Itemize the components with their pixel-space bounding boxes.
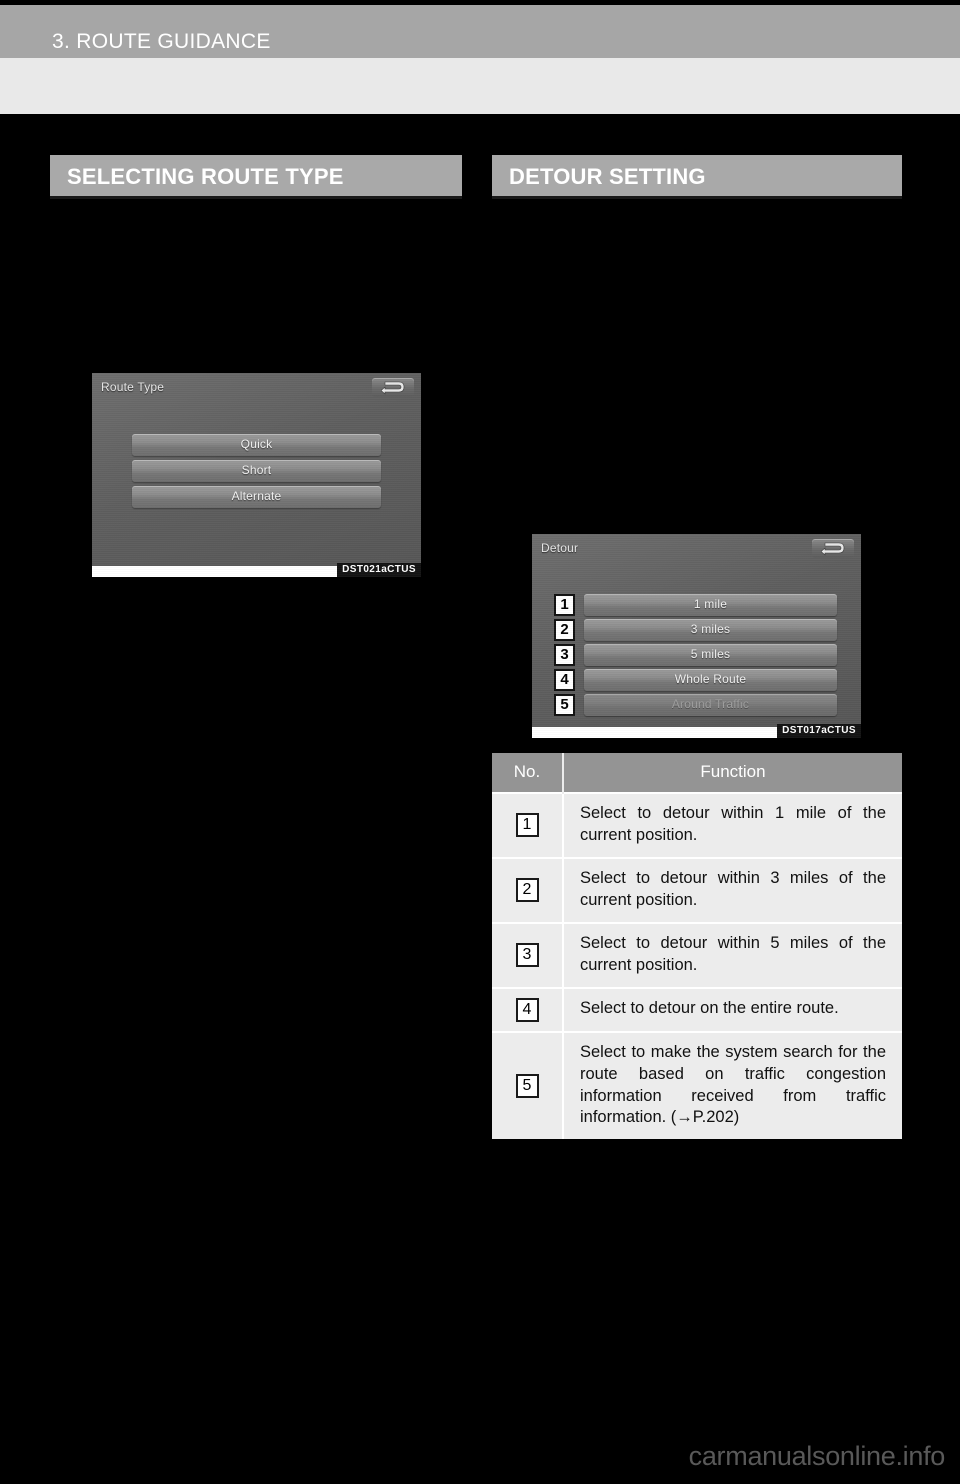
- section-heading-selecting-route-type: SELECTING ROUTE TYPE: [50, 155, 462, 196]
- route-type-option-label: Quick: [240, 437, 273, 451]
- screenshot-caption-label: DST017aCTUS: [777, 724, 861, 738]
- site-watermark: carmanualsonline.info: [688, 1441, 946, 1471]
- route-type-option-label: Short: [241, 463, 272, 477]
- table-cell-function: Select to detour within 1 mile of the cu…: [563, 792, 902, 858]
- column-header-function: Function: [563, 753, 902, 793]
- chapter-title: 3. ROUTE GUIDANCE: [52, 30, 271, 53]
- section-heading-detour-setting: DETOUR SETTING: [492, 155, 902, 196]
- section-title-text: DETOUR SETTING: [509, 164, 706, 189]
- detour-option-label: Whole Route: [674, 672, 747, 686]
- detour-callout-number-2: 2: [554, 619, 575, 641]
- detour-button-row: 2 3 miles: [532, 619, 861, 641]
- detour-callout-number-3: 3: [554, 644, 575, 666]
- route-type-button-row: Short: [92, 460, 421, 482]
- table-cell-no: 3: [492, 921, 564, 988]
- detour-button-row: 4 Whole Route: [532, 669, 861, 691]
- detour-button-row: 1 1 mile: [532, 594, 861, 616]
- detour-callout-number-1: 1: [554, 594, 575, 616]
- route-type-screenshot: Route Type Quick Short Alternate DST021aCT…: [89, 370, 424, 577]
- table-cell-no: 4: [492, 986, 564, 1032]
- detour-option-label: 1 mile: [693, 597, 728, 611]
- table-cell-no: 5: [492, 1030, 564, 1140]
- detour-callout-number-5: 5: [554, 694, 575, 716]
- table-cell-function: Select to make the system search for the…: [563, 1030, 902, 1140]
- route-type-option-short[interactable]: Short: [132, 460, 381, 482]
- detour-option-around-traffic: Around Traffic: [584, 694, 837, 716]
- detour-option-1-mile[interactable]: 1 mile: [584, 594, 837, 616]
- table-cell-function: Select to detour on the entire route.: [563, 986, 902, 1032]
- route-type-option-alternate[interactable]: Alternate: [132, 486, 381, 508]
- column-header-no: No.: [492, 753, 564, 793]
- detour-option-whole-route[interactable]: Whole Route: [584, 669, 837, 691]
- callout-number-box-5: 5: [515, 1074, 539, 1098]
- table-row: 4 Select to detour on the entire route.: [492, 986, 902, 1032]
- table-row: 5 Select to make the system search for th…: [492, 1030, 902, 1140]
- section-title-text: SELECTING ROUTE TYPE: [67, 164, 344, 189]
- table-header-row: No. Function: [492, 753, 902, 793]
- detour-option-label: 5 miles: [690, 647, 731, 661]
- callout-number-box-1: 1: [515, 813, 539, 838]
- detour-button-row: 5 Around Traffic: [532, 694, 861, 716]
- detour-button-row: 3 5 miles: [532, 644, 861, 666]
- route-type-button-row: Quick: [92, 434, 421, 456]
- route-type-option-label: Alternate: [231, 489, 282, 503]
- table-cell-function: Select to detour within 5 miles of the c…: [563, 921, 902, 988]
- detour-screenshot: Detour 1 1 mile 2 3 miles 3 5 miles 4 Whole Rou…: [529, 531, 864, 738]
- table-cell-no: 2: [492, 856, 564, 923]
- screenshot-caption-label: DST021aCTUS: [337, 563, 421, 577]
- detour-option-label: 3 miles: [690, 622, 731, 636]
- route-type-option-quick[interactable]: Quick: [132, 434, 381, 456]
- route-type-button-row: Alternate: [92, 486, 421, 508]
- back-arrow-icon[interactable]: [812, 539, 854, 558]
- detour-option-5-miles[interactable]: 5 miles: [584, 644, 837, 666]
- detour-function-table: No. Function 1 Select to detour within 1 …: [492, 753, 902, 1140]
- header-sub-band: [0, 58, 960, 114]
- detour-screen: Detour 1 1 mile 2 3 miles 3 5 miles 4 Whole Rou…: [532, 534, 861, 738]
- callout-number-box-4: 4: [515, 997, 539, 1022]
- route-type-screen-title: Route Type: [101, 380, 165, 394]
- table-cell-function: Select to detour within 3 miles of the c…: [563, 856, 902, 923]
- table-row: 1 Select to detour within 1 mile of the c…: [492, 792, 902, 858]
- callout-number-box-2: 2: [515, 878, 539, 903]
- callout-number-box-3: 3: [515, 943, 539, 968]
- table-row: 3 Select to detour within 5 miles of the …: [492, 921, 902, 988]
- detour-callout-number-4: 4: [554, 669, 575, 691]
- chapter-header-bar: 3. ROUTE GUIDANCE: [0, 5, 960, 58]
- table-row: 2 Select to detour within 3 miles of the …: [492, 856, 902, 923]
- detour-option-3-miles[interactable]: 3 miles: [584, 619, 837, 641]
- detour-option-label: Around Traffic: [671, 697, 750, 711]
- detour-screen-title: Detour: [541, 541, 579, 555]
- table-cell-no: 1: [492, 792, 564, 858]
- back-arrow-icon[interactable]: [372, 378, 414, 397]
- route-type-screen: Route Type Quick Short Alternate DST021aCT…: [92, 373, 421, 577]
